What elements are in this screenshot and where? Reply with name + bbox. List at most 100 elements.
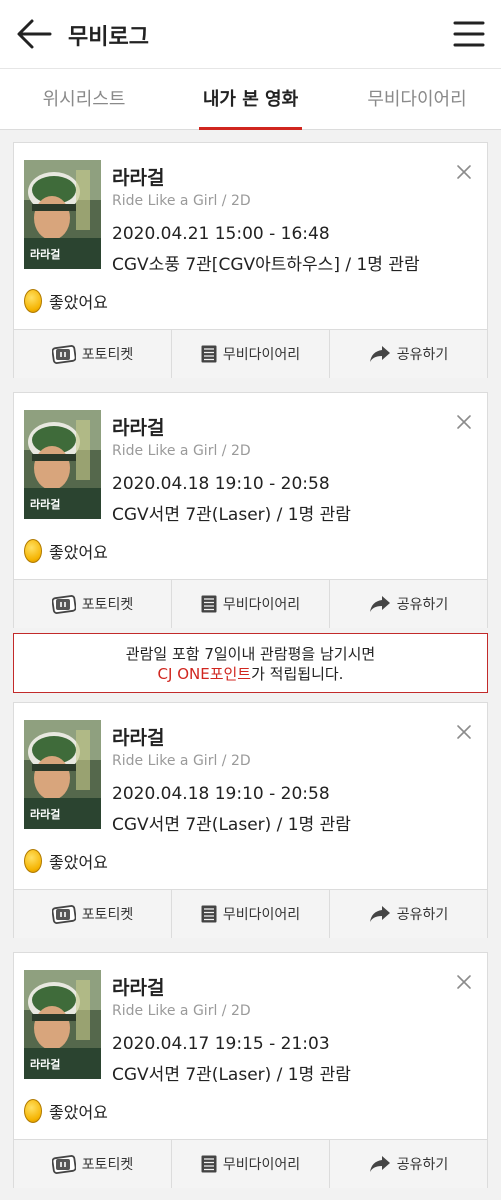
movie-diary-label: 무비다이어리 <box>222 597 301 613</box>
share-label: 공유하기 <box>396 597 449 613</box>
share-arrow-icon <box>369 1156 390 1172</box>
gold-coin-icon <box>24 289 42 313</box>
share-button[interactable]: 공유하기 <box>330 1140 487 1188</box>
rating-label: 좋았어요 <box>49 293 108 312</box>
poster-image: 라라걸 <box>24 410 101 519</box>
poster-image: 라라걸 <box>24 970 101 1079</box>
card-action-bar: 포토티켓 무비다이어리 공유하기 <box>14 329 487 378</box>
page-title: 무비로그 <box>68 25 149 50</box>
photo-ticket-label: 포토티켓 <box>81 907 134 923</box>
share-button[interactable]: 공유하기 <box>330 890 487 938</box>
movie-subtitle: Ride Like a Girl / 2D <box>112 193 251 209</box>
gold-coin-icon <box>24 539 42 563</box>
poster-title: 라라걸 <box>30 497 60 511</box>
close-icon[interactable] <box>455 973 473 991</box>
poster-title: 라라걸 <box>30 807 60 821</box>
share-arrow-icon <box>369 346 390 362</box>
movie-title: 라라걸 <box>112 417 165 439</box>
diary-icon <box>201 345 217 363</box>
poster-image: 라라걸 <box>24 160 101 269</box>
ticket-icon <box>51 905 76 924</box>
tab-movie-diary[interactable]: 무비다이어리 <box>333 69 501 130</box>
share-arrow-icon <box>369 906 390 922</box>
share-label: 공유하기 <box>396 1157 449 1173</box>
rating-badge[interactable]: 좋았어요 <box>24 538 108 564</box>
poster-title: 라라걸 <box>30 247 60 261</box>
hamburger-menu-icon[interactable] <box>453 20 485 48</box>
photo-ticket-button[interactable]: 포토티켓 <box>14 330 172 378</box>
close-icon[interactable] <box>455 413 473 431</box>
theater-info: CGV서면 7관(Laser) / 1명 관람 <box>112 505 351 525</box>
rating-badge[interactable]: 좋았어요 <box>24 848 108 874</box>
show-datetime: 2020.04.18 19:10 - 20:58 <box>112 784 330 804</box>
movie-log-card: 라라걸 라라걸 Ride Like a Girl / 2D 2020.04.21… <box>13 142 488 378</box>
tab-watched-movies[interactable]: 내가 본 영화 <box>168 69 333 130</box>
notice-line2: CJ ONE포인트가 적립됩니다. <box>14 664 487 684</box>
show-datetime: 2020.04.17 19:15 - 21:03 <box>112 1034 330 1054</box>
movie-title: 라라걸 <box>112 977 165 999</box>
theater-info: CGV서면 7관(Laser) / 1명 관람 <box>112 815 351 835</box>
share-arrow-icon <box>369 596 390 612</box>
active-tab-indicator <box>199 127 302 130</box>
share-label: 공유하기 <box>396 907 449 923</box>
photo-ticket-button[interactable]: 포토티켓 <box>14 580 172 628</box>
tab-bar: 위시리스트 내가 본 영화 무비다이어리 <box>0 68 501 130</box>
movie-title: 라라걸 <box>112 167 165 189</box>
share-button[interactable]: 공유하기 <box>330 580 487 628</box>
movie-diary-button[interactable]: 무비다이어리 <box>172 580 330 628</box>
notice-line1: 관람일 포함 7일이내 관람평을 남기시면 <box>125 645 376 663</box>
photo-ticket-button[interactable]: 포토티켓 <box>14 1140 172 1188</box>
movie-poster[interactable]: 라라걸 <box>24 970 101 1079</box>
back-arrow-icon[interactable] <box>14 16 54 52</box>
rating-label: 좋았어요 <box>49 1103 108 1122</box>
photo-ticket-button[interactable]: 포토티켓 <box>14 890 172 938</box>
movie-diary-button[interactable]: 무비다이어리 <box>172 1140 330 1188</box>
diary-icon <box>201 905 217 923</box>
show-datetime: 2020.04.18 19:10 - 20:58 <box>112 474 330 494</box>
ticket-icon <box>51 1155 76 1174</box>
movie-log-card: 라라걸 라라걸 Ride Like a Girl / 2D 2020.04.17… <box>13 952 488 1188</box>
movie-subtitle: Ride Like a Girl / 2D <box>112 753 251 769</box>
rating-badge[interactable]: 좋았어요 <box>24 1098 108 1124</box>
card-action-bar: 포토티켓 무비다이어리 공유하기 <box>14 579 487 628</box>
movie-diary-label: 무비다이어리 <box>222 347 301 363</box>
photo-ticket-label: 포토티켓 <box>81 1157 134 1173</box>
movie-subtitle: Ride Like a Girl / 2D <box>112 1003 251 1019</box>
close-icon[interactable] <box>455 723 473 741</box>
movie-title: 라라걸 <box>112 727 165 749</box>
tab-wishlist[interactable]: 위시리스트 <box>0 69 168 130</box>
share-button[interactable]: 공유하기 <box>330 330 487 378</box>
notice-line2-suffix: 가 적립됩니다. <box>251 665 344 683</box>
gold-coin-icon <box>24 849 42 873</box>
gold-coin-icon <box>24 1099 42 1123</box>
card-action-bar: 포토티켓 무비다이어리 공유하기 <box>14 1139 487 1188</box>
ticket-icon <box>51 595 76 614</box>
review-point-notice: 관람일 포함 7일이내 관람평을 남기시면 CJ ONE포인트가 적립됩니다. <box>13 633 488 693</box>
movie-diary-button[interactable]: 무비다이어리 <box>172 330 330 378</box>
photo-ticket-label: 포토티켓 <box>81 597 134 613</box>
movie-poster[interactable]: 라라걸 <box>24 410 101 519</box>
movie-diary-label: 무비다이어리 <box>222 1157 301 1173</box>
show-datetime: 2020.04.21 15:00 - 16:48 <box>112 224 330 244</box>
theater-info: CGV서면 7관(Laser) / 1명 관람 <box>112 1065 351 1085</box>
movie-log-card: 라라걸 라라걸 Ride Like a Girl / 2D 2020.04.18… <box>13 392 488 628</box>
share-label: 공유하기 <box>396 347 449 363</box>
movie-poster[interactable]: 라라걸 <box>24 160 101 269</box>
cj-one-point-highlight: CJ ONE포인트 <box>157 665 252 683</box>
movie-log-card: 라라걸 라라걸 Ride Like a Girl / 2D 2020.04.18… <box>13 702 488 938</box>
diary-icon <box>201 1155 217 1173</box>
diary-icon <box>201 595 217 613</box>
card-action-bar: 포토티켓 무비다이어리 공유하기 <box>14 889 487 938</box>
movie-diary-button[interactable]: 무비다이어리 <box>172 890 330 938</box>
app-header: 무비로그 <box>0 0 501 68</box>
close-icon[interactable] <box>455 163 473 181</box>
movie-subtitle: Ride Like a Girl / 2D <box>112 443 251 459</box>
poster-image: 라라걸 <box>24 720 101 829</box>
movie-poster[interactable]: 라라걸 <box>24 720 101 829</box>
rating-badge[interactable]: 좋았어요 <box>24 288 108 314</box>
poster-title: 라라걸 <box>30 1057 60 1071</box>
photo-ticket-label: 포토티켓 <box>81 347 134 363</box>
theater-info: CGV소풍 7관[CGV아트하우스] / 1명 관람 <box>112 255 420 275</box>
rating-label: 좋았어요 <box>49 543 108 562</box>
movie-diary-label: 무비다이어리 <box>222 907 301 923</box>
